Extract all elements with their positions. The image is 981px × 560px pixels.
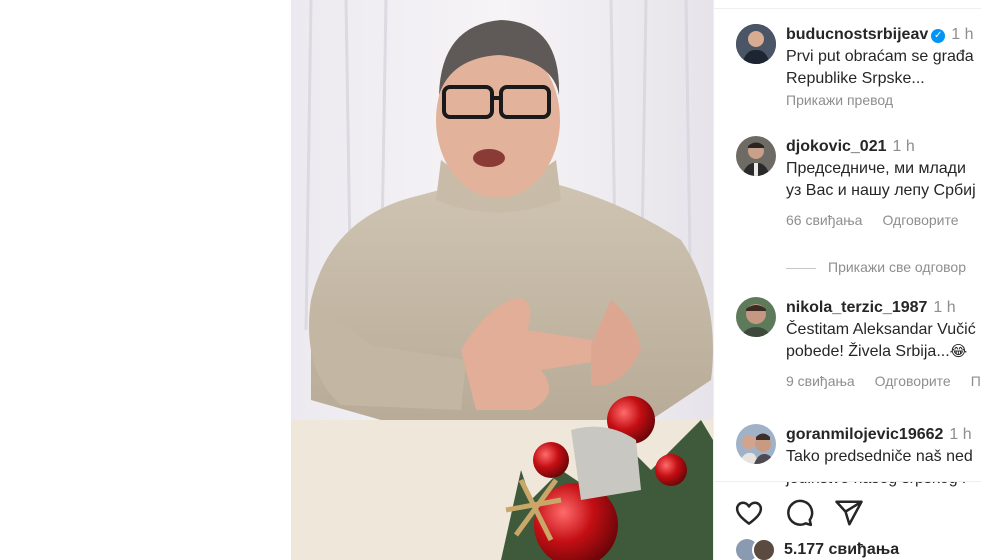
avatar-image bbox=[736, 24, 776, 64]
liker-avatar bbox=[752, 538, 776, 560]
paper-plane-icon bbox=[835, 500, 863, 526]
comment-time[interactable]: 1 h bbox=[933, 299, 955, 316]
comment-button[interactable] bbox=[784, 498, 814, 528]
comment-username[interactable]: buducnostsrbijeav bbox=[786, 26, 928, 43]
see-translation-link[interactable]: Прикажи превод bbox=[786, 90, 981, 110]
left-blank-area bbox=[0, 0, 291, 560]
actions-divider bbox=[714, 481, 981, 482]
comment-text-line: Tako predsedniče naš ned bbox=[786, 448, 973, 465]
post-media[interactable] bbox=[291, 0, 713, 560]
avatar[interactable] bbox=[736, 136, 776, 176]
view-replies-button[interactable]: Прикажи све одговор bbox=[786, 257, 966, 277]
heart-icon bbox=[735, 501, 763, 525]
comment-text-fragment: pobede! Živela Srbija... bbox=[786, 343, 950, 360]
more-options-button[interactable]: П bbox=[971, 373, 981, 389]
comment-icon bbox=[787, 499, 814, 527]
comment-body: nikola_terzic_1987 1 h Čestitam Aleksanda… bbox=[786, 297, 981, 391]
view-replies-label: Прикажи све одговор bbox=[828, 259, 967, 275]
panel-top-divider bbox=[714, 0, 981, 9]
avatar[interactable] bbox=[736, 24, 776, 64]
comment-text-line: pobede! Živela Srbija...😂 bbox=[786, 341, 981, 363]
like-button[interactable] bbox=[734, 498, 764, 528]
share-button[interactable] bbox=[834, 498, 864, 528]
post-video-frame bbox=[291, 0, 713, 560]
avatar[interactable] bbox=[736, 297, 776, 337]
verified-badge-icon: ✓ bbox=[931, 29, 946, 43]
comment-username[interactable]: nikola_terzic_1987 bbox=[786, 299, 927, 316]
reply-button[interactable]: Одговорите bbox=[875, 373, 951, 389]
likes-count[interactable]: 5.177 свиђања bbox=[784, 541, 899, 558]
comment-text-line: Republike Srpske... bbox=[786, 70, 925, 87]
comment-time[interactable]: 1 h bbox=[951, 26, 973, 43]
comment-text-line: Čestitam Aleksandar Vučić bbox=[786, 321, 976, 338]
likes-summary[interactable]: 5.177 свиђања bbox=[736, 538, 899, 560]
comment-username[interactable]: goranmilojevic19662 bbox=[786, 426, 943, 443]
avatar-image bbox=[736, 424, 776, 464]
avatar-image bbox=[736, 297, 776, 337]
comment-body: buducnostsrbijeav ✓ 1 h Prvi put obraćam s… bbox=[786, 24, 981, 110]
comments-panel: buducnostsrbijeav ✓ 1 h Prvi put obraćam s… bbox=[713, 0, 981, 560]
emoji-icon: 😂 bbox=[949, 343, 968, 360]
reply-button[interactable]: Одговорите bbox=[882, 212, 958, 228]
comment-meta: 66 свиђања Одговорите bbox=[786, 210, 981, 230]
comment-time[interactable]: 1 h bbox=[893, 138, 915, 155]
comment-username[interactable]: djokovic_021 bbox=[786, 138, 887, 155]
comment-text-line: Prvi put obraćam se građa bbox=[786, 48, 974, 65]
comment-body: djokovic_021 1 h Председниче, ми млади уз… bbox=[786, 136, 981, 230]
comment-likes[interactable]: 9 свиђања bbox=[786, 373, 855, 389]
comment-likes[interactable]: 66 свиђања bbox=[786, 212, 862, 228]
comment-text-line: уз Вас и нашу лепу Србиј bbox=[786, 182, 976, 199]
avatar-image bbox=[736, 136, 776, 176]
avatar[interactable] bbox=[736, 424, 776, 464]
comment-meta: 9 свиђања Одговорите П bbox=[786, 371, 981, 391]
view-replies-line bbox=[786, 267, 816, 269]
comment-time[interactable]: 1 h bbox=[949, 426, 971, 443]
comment-text-line: Председниче, ми млади bbox=[786, 160, 966, 177]
